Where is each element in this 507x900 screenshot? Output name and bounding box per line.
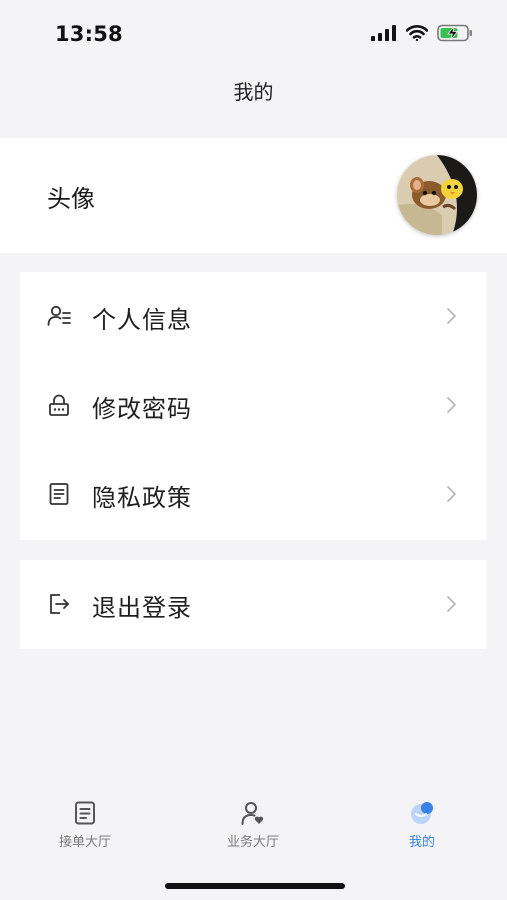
menu-item-label: 修改密码 [92,395,192,423]
chevron-right-icon [445,396,457,414]
status-time: 13:58 [55,22,123,46]
avatar-label: 头像 [47,185,95,213]
document-icon [47,482,71,506]
menu-item-label: 个人信息 [92,306,192,334]
tab-mine[interactable]: 我的 [362,800,482,860]
logout-button[interactable]: 退出登录 [20,560,487,649]
page-title: 我的 [233,80,274,104]
nav-bar: 我的 [0,62,507,122]
tab-business-hall[interactable]: 业务大厅 [193,800,313,860]
business-user-icon [240,800,266,826]
home-indicator[interactable] [165,883,345,889]
menu-item-change-password[interactable]: 修改密码 [20,361,487,450]
logout-card: 退出登录 [20,560,487,649]
battery-charging-icon [437,24,473,46]
lock-icon [47,393,71,417]
tab-label: 我的 [408,835,435,850]
chevron-right-icon [445,485,457,503]
menu-item-privacy-policy[interactable]: 隐私政策 [20,450,487,539]
chevron-right-icon [445,307,457,325]
tab-order-hall[interactable]: 接单大厅 [25,800,145,860]
logout-icon [47,592,71,616]
mine-icon [409,800,435,826]
wifi-icon [405,25,429,45]
menu-item-personal-info[interactable]: 个人信息 [20,272,487,361]
signal-icon [371,25,397,45]
avatar-row[interactable]: 头像 [0,138,507,253]
logout-label: 退出登录 [92,594,192,622]
status-bar: 13:58 [0,0,507,62]
status-icons [371,24,473,46]
user-info-icon [47,304,71,328]
avatar[interactable] [397,155,477,235]
chevron-right-icon [445,595,457,613]
tab-label: 接单大厅 [58,835,111,850]
menu-card: 个人信息 修改密码 隐私政策 [20,272,487,540]
menu-item-label: 隐私政策 [92,484,192,512]
order-list-icon [72,800,98,826]
tab-label: 业务大厅 [226,835,279,850]
